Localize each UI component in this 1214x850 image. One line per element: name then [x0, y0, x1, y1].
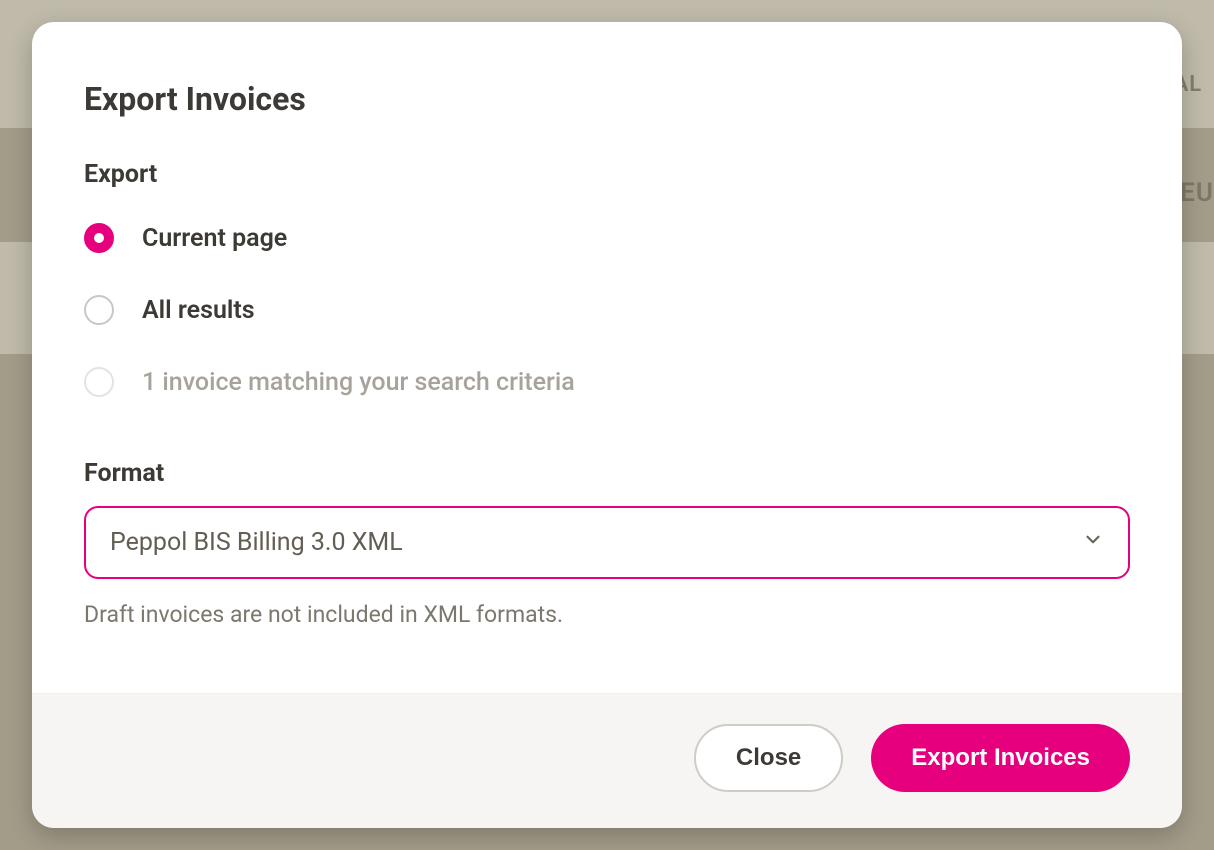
format-label: Format: [84, 459, 1130, 488]
radio-dot-icon: [84, 367, 114, 397]
format-select[interactable]: Peppol BIS Billing 3.0 XML: [84, 506, 1130, 579]
radio-dot-icon: [84, 295, 114, 325]
modal-footer: Close Export Invoices: [32, 693, 1182, 828]
export-invoices-button[interactable]: Export Invoices: [871, 724, 1130, 792]
export-invoices-modal: Export Invoices Export Current page All …: [32, 22, 1182, 828]
export-section-title: Export: [84, 160, 1130, 189]
export-scope-radio-group: Current page All results 1 invoice match…: [84, 223, 1130, 397]
radio-current-page[interactable]: Current page: [84, 223, 1130, 253]
close-button[interactable]: Close: [694, 724, 843, 792]
bg-text-mid: EU: [1180, 178, 1214, 208]
radio-label: 1 invoice matching your search criteria: [142, 368, 575, 397]
modal-title: Export Invoices: [84, 80, 1130, 118]
radio-all-results[interactable]: All results: [84, 295, 1130, 325]
radio-matching-results: 1 invoice matching your search criteria: [84, 367, 1130, 397]
radio-label: All results: [142, 296, 255, 325]
format-select-value: Peppol BIS Billing 3.0 XML: [110, 528, 403, 557]
format-helper-text: Draft invoices are not included in XML f…: [84, 601, 1130, 628]
modal-body: Export Invoices Export Current page All …: [32, 22, 1182, 693]
chevron-down-icon: [1082, 528, 1104, 557]
radio-dot-icon: [84, 223, 114, 253]
radio-label: Current page: [142, 224, 287, 253]
